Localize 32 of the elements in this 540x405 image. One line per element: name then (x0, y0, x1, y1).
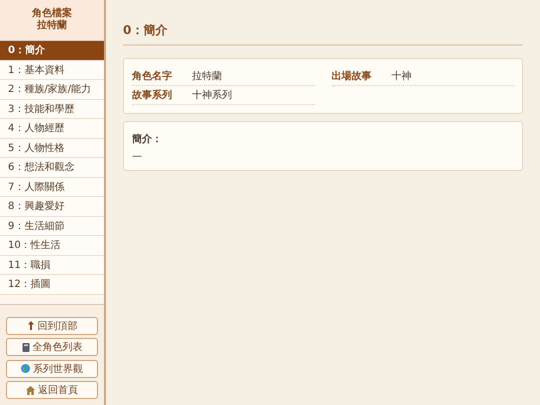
field-label: 出場故事 (332, 70, 372, 83)
nav-button[interactable]: 全角色列表 (6, 338, 98, 356)
intro-label: 簡介： (132, 132, 163, 146)
sidebar-item[interactable]: 0：簡介 (0, 41, 104, 60)
field-value: 十神 (392, 70, 412, 83)
sidebar-title: 角色檔案 (32, 8, 72, 20)
home-icon (26, 386, 35, 394)
sidebar-item[interactable]: 11：職損 (0, 256, 104, 275)
nav-button[interactable]: 返回首頁 (6, 381, 98, 399)
sidebar-item[interactable]: 12：插圖 (0, 275, 104, 294)
up-arrow-icon (26, 321, 34, 330)
intro-text: — (132, 151, 143, 162)
field-value: 十神系列 (192, 88, 232, 102)
sidebar-item[interactable]: 1：基本資料 (0, 60, 104, 80)
field-label: 角色名字 (132, 69, 173, 83)
book-icon (22, 342, 30, 352)
field-label: 故事系列 (132, 88, 173, 102)
sidebar-item[interactable]: 4：人物經歷 (0, 119, 104, 138)
sidebar-title: 拉特蘭 (37, 20, 67, 32)
sidebar-item[interactable]: 3：技能和學歷 (0, 100, 104, 119)
sidebar-item[interactable]: 6：想法和觀念 (0, 158, 104, 178)
field-value: 拉特蘭 (192, 70, 222, 83)
sidebar-item[interactable]: 9：生活細節 (0, 216, 104, 236)
section-title: 0：簡介 (123, 22, 523, 46)
sidebar-item[interactable]: 5：人物性格 (0, 138, 104, 158)
sidebar-item[interactable]: 8：興趣愛好 (0, 197, 104, 216)
nav-button[interactable]: 系列世界觀 (6, 360, 98, 378)
sidebar-item[interactable]: 2：種族/家族/能力 (0, 80, 104, 100)
nav-button[interactable]: 回到頂部 (6, 316, 98, 334)
globe-icon (21, 364, 30, 373)
sidebar-item[interactable]: 7：人際關係 (0, 178, 104, 197)
sidebar-item[interactable]: 10：性生活 (0, 236, 104, 256)
